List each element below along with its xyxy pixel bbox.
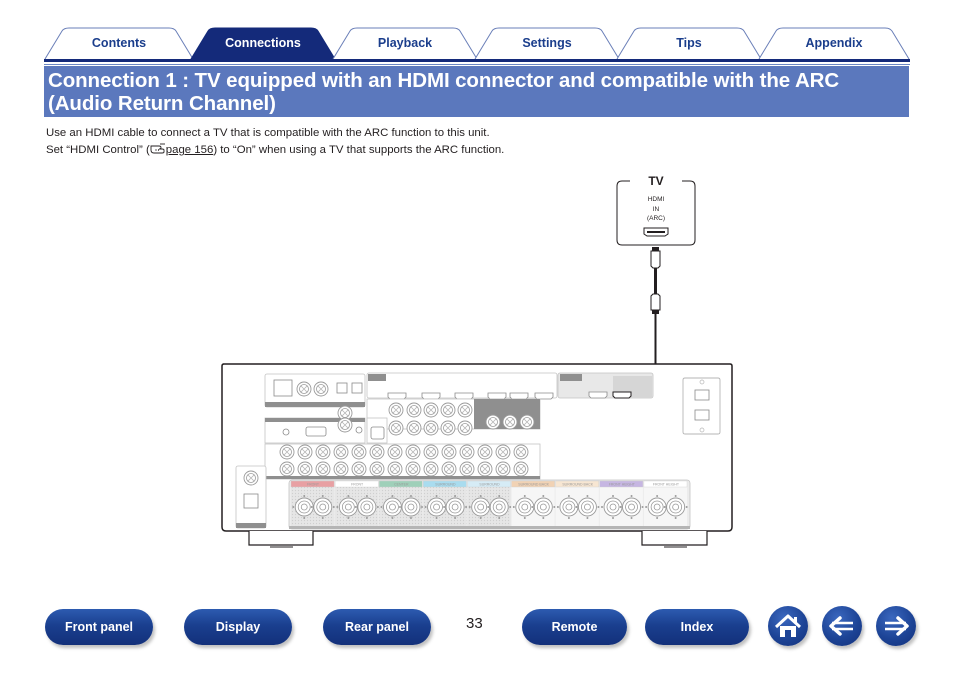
hdmi-input-port: [509, 392, 529, 400]
rca-jack: [388, 420, 404, 436]
ac-pin: [694, 409, 710, 421]
hdmi-input-port: [421, 392, 441, 400]
speaker-group-label: FRONT: [351, 483, 364, 487]
hdmi-input-port: [454, 392, 474, 400]
rca-jack: [406, 420, 422, 436]
rca-jack: [457, 402, 473, 418]
button-label: Display: [215, 620, 261, 634]
button-label: Remote: [551, 620, 598, 634]
rca-jack: [388, 402, 404, 418]
speaker-group-label: CENTER: [394, 483, 409, 487]
speaker-terminal-group: FRONT: [334, 480, 380, 526]
speaker-terminal-group: SURROUND: [423, 480, 468, 526]
cable-plug-stub-top: [652, 247, 659, 251]
receiver-foot-left: [248, 531, 314, 546]
back-button[interactable]: [822, 606, 862, 646]
coax-jack: [296, 381, 312, 397]
speaker-terminal-group: SURROUND BACK: [555, 480, 600, 526]
ac-inlet: [682, 377, 721, 435]
optical-port: [351, 382, 363, 394]
dc-out-jack: [355, 426, 363, 434]
speaker-terminal-groups: FRONT FRONT CENTER SURROUND SURROUND SURROUND…: [290, 480, 689, 526]
speaker-terminal-group: SURROUND: [467, 480, 512, 526]
button-label: Front panel: [64, 620, 134, 634]
rca-jack: [440, 420, 456, 436]
analog-label-bar: [265, 476, 540, 479]
index-button[interactable]: Index: [645, 609, 749, 645]
hdmi-panel-label: [368, 374, 386, 381]
speaker-group-label: SURROUND BACK: [518, 483, 549, 487]
speaker-label-bar: [289, 526, 690, 529]
remote-button[interactable]: Remote: [522, 609, 627, 645]
rs232-port: [305, 426, 327, 437]
home-icon: [774, 614, 802, 637]
display-button[interactable]: Display: [184, 609, 292, 645]
rear-panel-button[interactable]: Rear panel: [323, 609, 431, 645]
speaker-terminal-group: SURROUND BACK: [511, 480, 556, 526]
button-label: Rear panel: [345, 620, 409, 634]
speaker-group-label: FRONT HEIGHT: [609, 483, 636, 487]
vga-port: [370, 426, 385, 440]
speaker-terminal-group: FRONT HEIGHT: [599, 480, 645, 526]
hdmi-arc-output-port[interactable]: [612, 391, 632, 399]
ir-jack: [282, 428, 290, 436]
forward-button[interactable]: [876, 606, 916, 646]
ethernet-port: [273, 379, 293, 397]
receiver-foot-right: [641, 531, 708, 546]
speaker-terminal-group: CENTER: [379, 480, 424, 526]
page-number: 33: [466, 615, 483, 632]
rca-jack: [457, 420, 473, 436]
front-panel-button[interactable]: Front panel: [45, 609, 153, 645]
fm-antenna-jack: [243, 470, 259, 486]
arrow-left-icon: [829, 616, 853, 636]
hdmi-cable: [622, 247, 661, 396]
hdmi-input-port: [534, 392, 554, 400]
cable-plug-bottom: [650, 293, 661, 311]
panel-label-bar: [265, 402, 365, 407]
hdmi-input-port: [487, 392, 507, 400]
rca-jack: [423, 420, 439, 436]
speaker-group-label: SURROUND: [479, 483, 500, 487]
speaker-group-label: SURROUND BACK: [562, 483, 593, 487]
speaker-group-label: FRONT HEIGHT: [653, 483, 680, 487]
speaker-group-label: SURROUND: [435, 483, 456, 487]
cable-plug-top: [650, 250, 661, 269]
rca-jack: [423, 402, 439, 418]
rca-jack: [440, 402, 456, 418]
hdmi-output-port: [588, 391, 608, 399]
ac-pin: [694, 389, 710, 401]
coax-jack: [313, 381, 329, 397]
speaker-group-label: FRONT: [307, 483, 320, 487]
am-antenna-terminal: [243, 493, 259, 509]
speaker-terminal-group: FRONT HEIGHT: [643, 480, 689, 526]
home-button[interactable]: [768, 606, 808, 646]
speaker-terminal-group: FRONT: [290, 480, 336, 526]
antenna-label-bar: [236, 523, 266, 528]
rca-jack: [502, 414, 518, 430]
rca-jack: [406, 402, 422, 418]
trigger-jack: [337, 417, 353, 433]
rca-jack: [519, 414, 535, 430]
hdmi-out-label: [560, 374, 582, 381]
button-label: Index: [680, 620, 714, 634]
rca-jack: [485, 414, 501, 430]
hdmi-input-port: [387, 392, 407, 400]
cable-plug-stub-bottom: [652, 310, 659, 314]
optical-port: [336, 382, 348, 394]
arrow-right-icon: [885, 616, 909, 636]
